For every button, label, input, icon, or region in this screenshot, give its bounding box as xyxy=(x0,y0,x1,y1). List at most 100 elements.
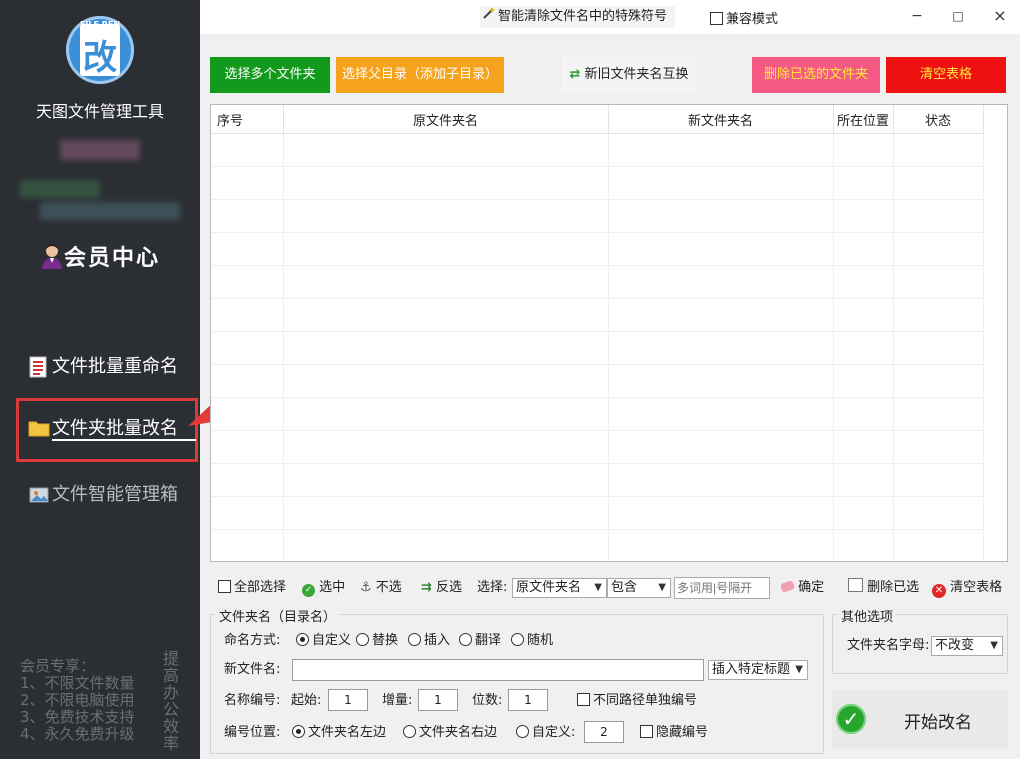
digits-label: 位数: xyxy=(472,693,503,708)
empty-row xyxy=(211,397,984,431)
app-name: 天图文件管理工具 xyxy=(35,102,164,121)
folder-table[interactable]: 序号 原文件夹名 新文件夹名 所在位置 状态 xyxy=(210,104,1008,562)
radio-dot xyxy=(408,633,421,646)
insert-title-select[interactable]: 插入特定标题 ▼ xyxy=(708,660,808,680)
new-name-label: 新文件名: xyxy=(224,662,281,677)
image-folder-icon xyxy=(28,484,49,506)
nav-folder-rename[interactable]: 文件夹批量改名 xyxy=(28,414,196,444)
special-char-tool-label: 智能清除文件名中的特殊符号 xyxy=(498,9,668,24)
start-rename-label: 开始改名 xyxy=(904,713,972,733)
clear-table-top-button[interactable]: 清空表格 xyxy=(886,57,1006,93)
logo-glyph: 改 xyxy=(83,38,117,78)
perk-line: 会员专享： xyxy=(20,657,96,675)
close-button[interactable]: × xyxy=(988,6,1012,26)
perk-line: 2、不限电脑使用 xyxy=(20,691,135,709)
radio-dot xyxy=(296,633,309,646)
start-rename-button[interactable]: ✓ 开始改名 xyxy=(832,690,1008,748)
pos-radio-right[interactable]: 文件夹名右边 xyxy=(403,723,497,743)
case-select-value: 不改变 xyxy=(935,638,975,653)
empty-row xyxy=(211,199,984,233)
swap-icon: ⇄ xyxy=(569,67,581,82)
logo-tag: FILE REN xyxy=(79,20,121,29)
confirm-button[interactable]: 确定 xyxy=(779,578,824,598)
field-select[interactable]: 原文件夹名 ▼ xyxy=(512,578,607,598)
magic-wand-icon xyxy=(482,6,498,28)
empty-row xyxy=(211,496,984,530)
perk-line: 3、免费技术支持 xyxy=(20,708,135,726)
swap-names-button[interactable]: ⇄ 新旧文件夹名互换 xyxy=(562,57,696,93)
pos-radio-custom[interactable]: 自定义: xyxy=(516,723,575,743)
digits-input[interactable]: 1 xyxy=(508,689,548,711)
keyword-input[interactable] xyxy=(674,577,770,599)
delete-selected-folders-button[interactable]: 删除已选的文件夹 xyxy=(752,57,880,93)
special-char-tool-button[interactable]: 智能清除文件名中的特殊符号 xyxy=(480,6,676,28)
step-input[interactable]: 1 xyxy=(418,689,458,711)
separate-numbering-checkbox[interactable]: 不同路径单独编号 xyxy=(577,691,697,711)
clear-table-bottom-button[interactable]: ✕ 清空表格 xyxy=(932,578,1002,598)
mode-radio-insert[interactable]: 插入 xyxy=(408,631,450,651)
column-header[interactable]: 新文件夹名 xyxy=(608,105,834,134)
mode-radio-label: 翻译 xyxy=(475,633,502,648)
document-icon xyxy=(28,356,48,378)
checkbox-box xyxy=(577,693,590,706)
vip-slogan: 提高办公效率 xyxy=(163,649,180,753)
compat-mode-checkbox[interactable]: 兼容模式 xyxy=(710,8,778,27)
uncheck-button[interactable]: ⚓ 不选 xyxy=(360,578,402,598)
vip-center-label: 会员中心 xyxy=(64,245,161,271)
column-header[interactable]: 原文件夹名 xyxy=(283,105,609,134)
position-label: 编号位置: xyxy=(224,725,281,740)
case-select[interactable]: 不改变 ▼ xyxy=(931,636,1003,656)
hide-numbering-checkbox[interactable]: 隐藏编号 xyxy=(640,723,708,743)
mode-radio-random[interactable]: 随机 xyxy=(511,631,553,651)
vip-avatar-icon xyxy=(40,243,64,269)
chevron-down-icon: ▼ xyxy=(990,640,998,651)
mode-radio-label: 随机 xyxy=(527,633,554,648)
check-label: 选中 xyxy=(319,580,346,595)
maximize-button[interactable]: □ xyxy=(946,6,970,26)
match-select[interactable]: 包含 ▼ xyxy=(607,578,671,598)
select-all-checkbox[interactable]: 全部选择 xyxy=(218,578,286,598)
pos-radio-left[interactable]: 文件夹名左边 xyxy=(292,723,386,743)
anchor-icon: ⚓ xyxy=(360,580,372,595)
start-label: 起始: xyxy=(291,693,322,708)
app-logo: FILE REN 改 xyxy=(66,16,134,84)
column-header[interactable]: 状态 xyxy=(893,105,984,134)
blurred-username xyxy=(60,140,140,160)
select-all-label: 全部选择 xyxy=(234,580,287,595)
chevron-down-icon: ▼ xyxy=(594,582,602,593)
empty-row xyxy=(211,298,984,332)
delete-list-icon xyxy=(848,578,863,592)
select-parent-dir-button[interactable]: 选择父目录（添加子目录） xyxy=(336,57,504,93)
radio-dot xyxy=(516,725,529,738)
mode-radio-translate[interactable]: 翻译 xyxy=(459,631,501,651)
uncheck-label: 不选 xyxy=(375,580,402,595)
pos-custom-input[interactable]: 2 xyxy=(584,721,624,743)
invert-button[interactable]: ⇉ 反选 xyxy=(421,578,462,598)
hide-numbering-label: 隐藏编号 xyxy=(656,725,709,740)
blurred-account-line xyxy=(20,180,100,198)
minimize-button[interactable]: − xyxy=(905,6,929,26)
nav-smart-manager[interactable]: 文件智能管理箱 xyxy=(28,480,178,510)
start-input[interactable]: 1 xyxy=(328,689,368,711)
numbering-label: 名称编号: xyxy=(224,693,281,708)
select-folders-button[interactable]: 选择多个文件夹 xyxy=(210,57,330,93)
nav-batch-rename-label: 文件批量重命名 xyxy=(52,356,178,377)
nav-smart-manager-label: 文件智能管理箱 xyxy=(52,484,178,505)
column-header[interactable]: 序号 xyxy=(211,105,284,134)
radio-dot xyxy=(511,633,524,646)
mode-radio-label: 替换 xyxy=(372,633,399,648)
vip-center-button[interactable]: 会员中心 xyxy=(40,240,160,272)
radio-dot xyxy=(403,725,416,738)
checkbox-box xyxy=(640,725,653,738)
delete-checked-button[interactable]: 删除已选 xyxy=(848,578,919,598)
column-header[interactable]: 所在位置 xyxy=(833,105,894,134)
mode-radio-custom[interactable]: 自定义 xyxy=(296,631,351,651)
new-name-input[interactable] xyxy=(292,659,704,681)
empty-row xyxy=(211,463,984,497)
check-button[interactable]: ✓ 选中 xyxy=(302,578,345,598)
nav-batch-rename[interactable]: 文件批量重命名 xyxy=(28,352,178,382)
perk-line: 4、永久免费升级 xyxy=(20,725,135,743)
case-label: 文件夹名字母: xyxy=(847,638,930,653)
mode-radio-replace[interactable]: 替换 xyxy=(356,631,398,651)
radio-dot xyxy=(292,725,305,738)
